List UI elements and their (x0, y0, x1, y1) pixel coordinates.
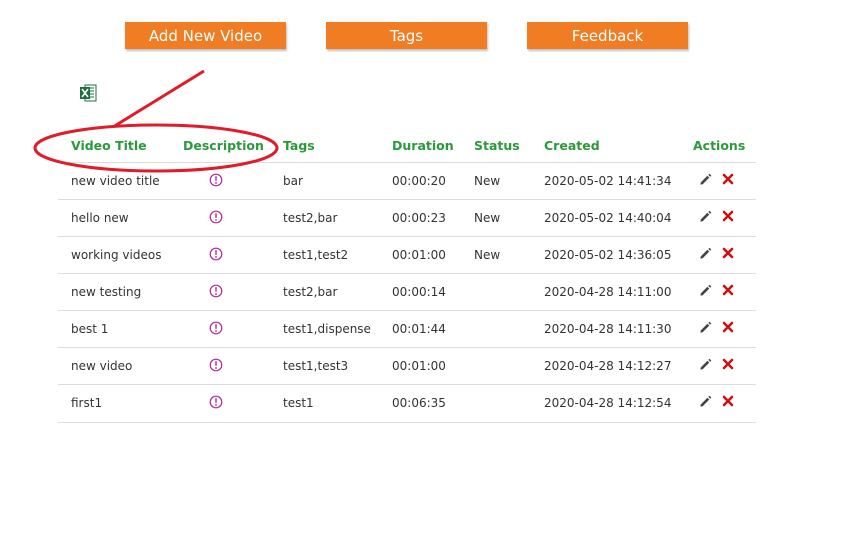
video-title-cell: new video title (71, 174, 160, 188)
status-cell: New (474, 248, 501, 262)
tags-button[interactable]: Tags (326, 22, 487, 49)
header-video-title[interactable]: Video Title (71, 138, 147, 153)
status-cell: New (474, 211, 501, 225)
info-icon[interactable] (209, 210, 223, 224)
created-cell: 2020-05-02 14:40:04 (544, 211, 672, 225)
created-cell: 2020-04-28 14:12:27 (544, 359, 672, 373)
video-title-cell: working videos (71, 248, 162, 262)
duration-cell: 00:00:14 (392, 285, 446, 299)
status-cell: New (474, 174, 501, 188)
duration-cell: 00:01:44 (392, 322, 446, 336)
header-description[interactable]: Description (183, 138, 264, 153)
info-icon[interactable] (209, 247, 223, 261)
table-row: new video title bar 00:00:20 New 2020-05-02 … (58, 162, 756, 200)
delete-icon[interactable] (721, 246, 735, 260)
tags-cell: test1,dispense (283, 322, 371, 336)
tags-cell: test2,bar (283, 285, 338, 299)
table-row: new video test1,test3 00:01:00 2020-04-28 1… (58, 347, 756, 385)
tags-cell: test1,test2 (283, 248, 349, 262)
duration-cell: 00:01:00 (392, 248, 446, 262)
video-title-cell: hello new (71, 211, 129, 225)
video-title-cell: new testing (71, 285, 142, 299)
info-icon[interactable] (209, 284, 223, 298)
edit-pencil-icon[interactable] (698, 320, 713, 335)
header-tags[interactable]: Tags (283, 138, 315, 153)
header-duration[interactable]: Duration (392, 138, 454, 153)
tags-cell: test1 (283, 396, 314, 410)
header-created[interactable]: Created (544, 138, 600, 153)
delete-icon[interactable] (721, 209, 735, 223)
info-icon[interactable] (209, 358, 223, 372)
info-icon[interactable] (209, 173, 223, 187)
add-new-video-button[interactable]: Add New Video (125, 22, 286, 49)
tags-cell: test1,test3 (283, 359, 349, 373)
table-row: hello new test2,bar 00:00:23 New 2020-05-02 … (58, 199, 756, 237)
video-title-cell: best 1 (71, 322, 109, 336)
edit-pencil-icon[interactable] (698, 283, 713, 298)
delete-icon[interactable] (721, 394, 735, 408)
edit-pencil-icon[interactable] (698, 209, 713, 224)
video-title-cell: new video (71, 359, 133, 373)
delete-icon[interactable] (721, 357, 735, 371)
header-actions: Actions (693, 138, 746, 153)
created-cell: 2020-04-28 14:12:54 (544, 396, 672, 410)
created-cell: 2020-05-02 14:41:34 (544, 174, 672, 188)
tags-cell: bar (283, 174, 303, 188)
info-icon[interactable] (209, 395, 223, 409)
table-row: first1 test1 00:06:35 2020-04-28 14:12:54 (58, 384, 756, 423)
video-title-cell: first1 (71, 396, 103, 410)
edit-pencil-icon[interactable] (698, 394, 713, 409)
tags-cell: test2,bar (283, 211, 338, 225)
header-status[interactable]: Status (474, 138, 520, 153)
table-row: new testing test2,bar 00:00:14 2020-04-28 1… (58, 273, 756, 311)
edit-pencil-icon[interactable] (698, 246, 713, 261)
table-row: best 1 test1,dispense 00:01:44 2020-04-28 1… (58, 310, 756, 348)
delete-icon[interactable] (721, 283, 735, 297)
delete-icon[interactable] (721, 172, 735, 186)
created-cell: 2020-04-28 14:11:30 (544, 322, 672, 336)
delete-icon[interactable] (721, 320, 735, 334)
table-row: working videos test1,test2 00:01:00 New 2020… (58, 236, 756, 274)
created-cell: 2020-04-28 14:11:00 (544, 285, 672, 299)
excel-icon[interactable] (79, 84, 97, 102)
duration-cell: 00:01:00 (392, 359, 446, 373)
created-cell: 2020-05-02 14:36:05 (544, 248, 672, 262)
feedback-button[interactable]: Feedback (527, 22, 688, 49)
edit-pencil-icon[interactable] (698, 357, 713, 372)
duration-cell: 00:06:35 (392, 396, 446, 410)
duration-cell: 00:00:23 (392, 211, 446, 225)
edit-pencil-icon[interactable] (698, 172, 713, 187)
info-icon[interactable] (209, 321, 223, 335)
duration-cell: 00:00:20 (392, 174, 446, 188)
